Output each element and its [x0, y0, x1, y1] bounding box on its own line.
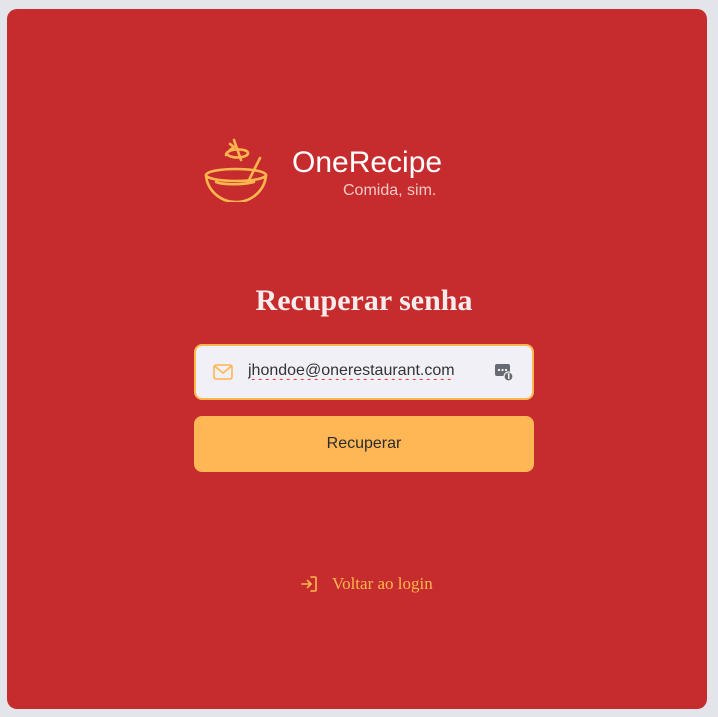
- brand-name: OneRecipe: [292, 146, 443, 179]
- brand-tagline: Comida, sim.: [343, 182, 437, 199]
- page-title: Recuperar senha: [255, 284, 473, 317]
- brand-logo: OneRecipe Comida, sim.: [202, 134, 462, 209]
- recovery-card: OneRecipe Comida, sim. Recuperar senha R…: [7, 9, 707, 709]
- bowl-icon: [204, 138, 268, 202]
- mail-icon: [213, 364, 233, 380]
- email-input[interactable]: [248, 358, 478, 384]
- password-manager-icon[interactable]: [494, 362, 514, 382]
- login-icon: [301, 576, 317, 592]
- back-to-login-label: Voltar ao login: [332, 574, 433, 593]
- email-field[interactable]: [194, 344, 534, 400]
- recover-button[interactable]: Recuperar: [194, 416, 534, 472]
- back-to-login-link[interactable]: Voltar ao login: [300, 572, 433, 596]
